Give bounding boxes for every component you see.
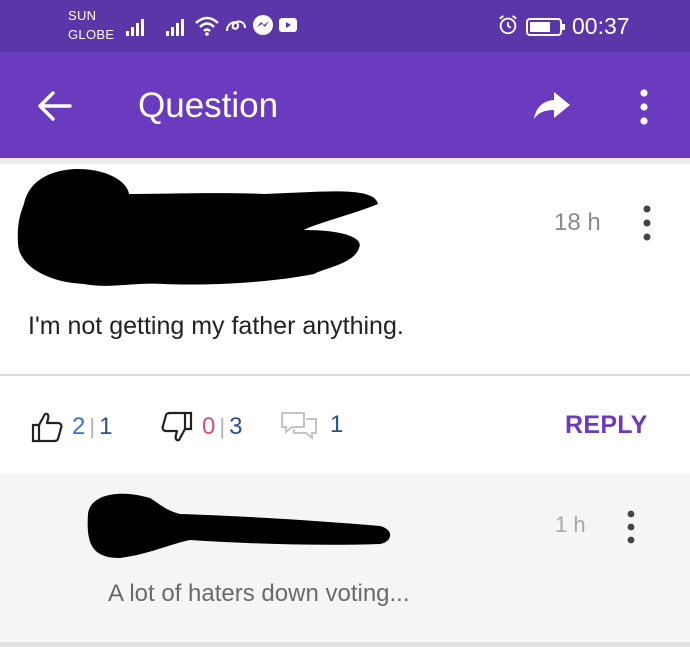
youtube-icon — [279, 18, 297, 32]
comment-more-icon[interactable] — [624, 510, 638, 544]
upvote-button[interactable]: 2 | 1 — [30, 410, 112, 444]
back-arrow-icon[interactable] — [36, 87, 74, 125]
upvote-count-b: 1 — [99, 413, 113, 440]
question-card: 18 h I'm not getting my father anything. — [0, 164, 690, 374]
divider — [0, 642, 690, 647]
comments-button[interactable]: 1 — [280, 410, 343, 440]
question-text: I'm not getting my father anything. — [28, 312, 404, 340]
downvote-count-a: 0 — [202, 413, 216, 440]
comment-card: 1 h A lot of haters down voting... — [0, 474, 690, 642]
signal-icon — [126, 16, 144, 36]
page-title: Question — [138, 86, 279, 125]
comments-icon — [281, 412, 317, 440]
clock: 00:37 — [572, 13, 630, 39]
thumbs-up-icon — [31, 412, 63, 443]
share-icon[interactable] — [532, 88, 572, 124]
count-separator: | — [89, 414, 96, 439]
count-separator: | — [219, 414, 226, 439]
link-icon — [226, 20, 246, 32]
comment-time: 1 h — [555, 512, 586, 537]
signal-icon — [166, 16, 184, 36]
downvote-count-b: 3 — [229, 413, 243, 440]
question-more-icon[interactable] — [640, 205, 654, 241]
alarm-icon — [499, 15, 517, 35]
app-bar: Question — [0, 52, 690, 158]
battery-icon — [526, 18, 565, 36]
comment-count: 1 — [330, 411, 344, 438]
wifi-icon — [195, 16, 219, 36]
carrier-line-1: SUN — [68, 8, 97, 23]
upvote-count-a: 2 — [72, 413, 86, 440]
redacted-commenter — [87, 493, 391, 558]
downvote-button[interactable]: 0 | 3 — [160, 410, 242, 444]
thumbs-down-icon — [161, 411, 193, 442]
status-bar: SUN GLOBE 00:37 — [0, 0, 690, 52]
carrier-label: SUN GLOBE — [68, 6, 114, 44]
comment-text: A lot of haters down voting... — [108, 580, 410, 607]
carrier-line-2: GLOBE — [68, 27, 115, 42]
question-time: 18 h — [554, 209, 601, 236]
action-row: 2 | 1 0 | 3 1 REPLY — [0, 376, 690, 474]
redacted-author — [17, 169, 379, 286]
messenger-icon — [253, 15, 273, 35]
more-vert-icon[interactable] — [632, 88, 656, 126]
reply-button[interactable]: REPLY — [565, 411, 648, 440]
